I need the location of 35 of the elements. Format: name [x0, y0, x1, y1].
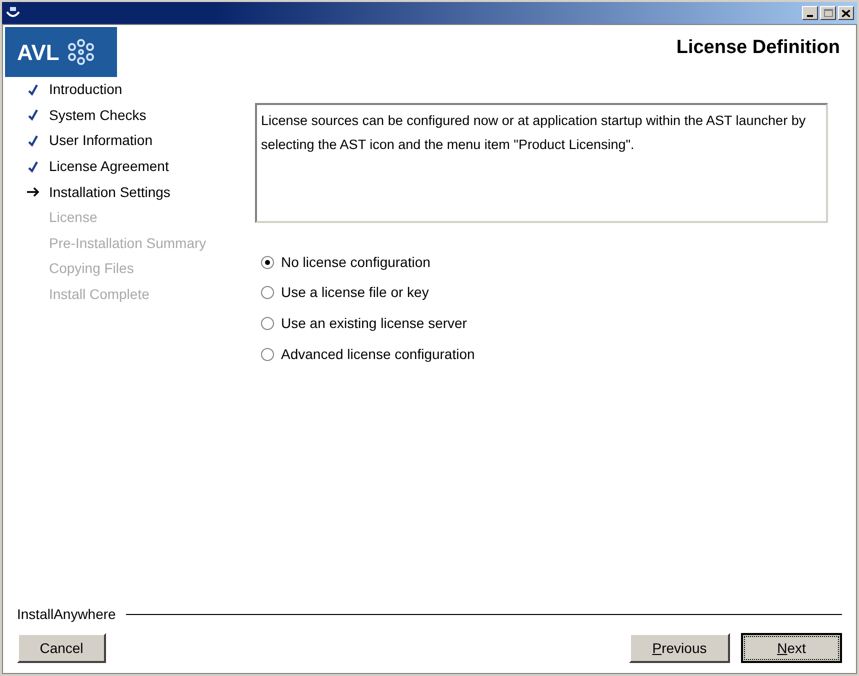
- option-label: Use an existing license server: [281, 314, 467, 333]
- page-title: License Definition: [676, 36, 840, 60]
- step-label: Install Complete: [49, 285, 150, 304]
- check-icon: [27, 160, 39, 173]
- radio-button[interactable]: [261, 348, 274, 361]
- description-text: License sources can be configured now or at application startup within the AST launcher by selecting the AST icon and the menu item "Product Licensing".: [261, 113, 806, 152]
- step-label: License: [49, 208, 98, 228]
- check-icon: [27, 109, 39, 122]
- cancel-button[interactable]: Cancel: [17, 633, 106, 663]
- app-icon: [5, 6, 21, 20]
- radio-button[interactable]: [261, 256, 274, 269]
- logo-text: AVL: [17, 38, 60, 66]
- arrow-right-icon: [26, 187, 40, 198]
- option-label: Use a license file or key: [281, 283, 429, 302]
- close-icon: [842, 10, 850, 16]
- step-label: System Checks: [49, 106, 146, 125]
- option-label: No license configuration: [281, 252, 430, 272]
- check-icon: [27, 134, 39, 147]
- step-label: User Information: [49, 131, 152, 150]
- next-button[interactable]: Next: [741, 633, 842, 663]
- step-label: Copying Files: [49, 259, 134, 278]
- brand-label: InstallAnywhere: [17, 605, 116, 624]
- step-label: License Agreement: [49, 157, 169, 176]
- step-label: Pre-Installation Summary: [49, 234, 206, 253]
- snowflake-icon: [67, 38, 96, 66]
- check-icon: [27, 84, 39, 96]
- maximize-button[interactable]: [820, 6, 836, 20]
- step-label: Installation Settings: [49, 182, 170, 202]
- option-label: Advanced license configuration: [281, 344, 475, 364]
- minimize-button[interactable]: [802, 6, 818, 20]
- close-button[interactable]: [838, 6, 854, 20]
- step-label: Introduction: [49, 80, 122, 100]
- radio-button[interactable]: [261, 286, 274, 300]
- previous-button[interactable]: Previous: [629, 633, 730, 663]
- radio-button[interactable]: [261, 316, 274, 330]
